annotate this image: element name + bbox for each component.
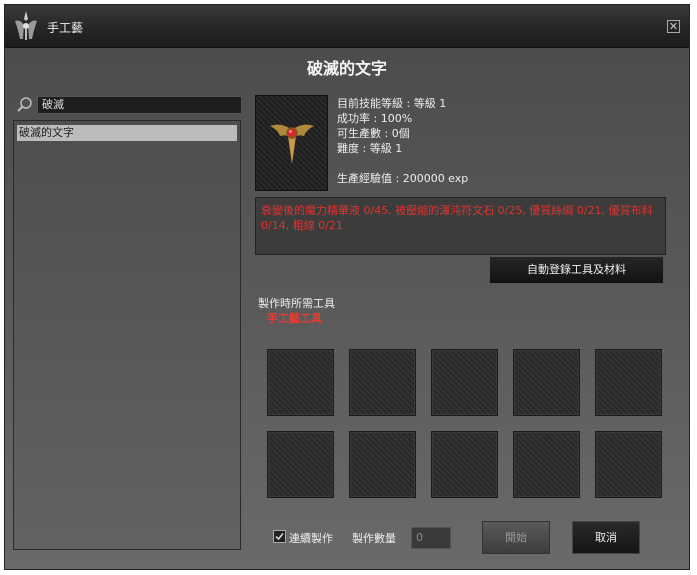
skill-level: 目前技能等級 : 等級 1 <box>337 97 447 110</box>
required-tools-label: 製作時所需工具 <box>258 297 335 310</box>
window-title: 手工藝 <box>47 21 84 35</box>
material-slot[interactable] <box>349 431 416 498</box>
title-bar[interactable]: 手工藝 ✕ <box>5 5 689 48</box>
material-slot[interactable] <box>595 349 662 416</box>
producible-count: 可生產數 : 0個 <box>337 127 410 140</box>
material-slot[interactable] <box>595 431 662 498</box>
start-button[interactable]: 開始 <box>482 521 550 554</box>
success-rate: 成功率 : 100% <box>337 112 413 125</box>
quantity-label: 製作數量 <box>352 532 396 545</box>
continuous-label: 連續製作 <box>289 532 333 545</box>
cancel-button[interactable]: 取消 <box>572 521 640 554</box>
material-slot[interactable] <box>513 349 580 416</box>
material-slot[interactable] <box>349 349 416 416</box>
winged-amulet-icon <box>270 124 314 164</box>
search-icon <box>16 96 34 114</box>
auto-register-button[interactable]: 自動登錄工具及材料 <box>489 256 664 284</box>
crafting-window: 手工藝 ✕ 破滅的文字 破滅 破滅的文字 目前技能等級 : 等級 1 成功率 :… <box>4 4 690 570</box>
material-slot[interactable] <box>431 349 498 416</box>
difficulty: 難度 : 等級 1 <box>337 142 403 155</box>
continuous-checkbox[interactable] <box>273 530 286 543</box>
material-slot[interactable] <box>431 431 498 498</box>
material-slot[interactable] <box>513 431 580 498</box>
close-icon[interactable]: ✕ <box>667 20 680 33</box>
material-slot[interactable] <box>267 349 334 416</box>
guild-emblem-icon <box>11 9 41 43</box>
search-input[interactable]: 破滅 <box>37 96 242 114</box>
quantity-input[interactable]: 0 <box>411 527 451 549</box>
check-icon <box>275 533 284 541</box>
list-item[interactable]: 破滅的文字 <box>17 125 237 141</box>
item-info: 目前技能等級 : 等級 1 成功率 : 100% 可生產數 : 0個 難度 : … <box>337 96 446 156</box>
item-image <box>255 95 328 191</box>
material-slot[interactable] <box>267 431 334 498</box>
recipe-list[interactable]: 破滅的文字 <box>13 120 241 550</box>
recipe-title: 破滅的文字 <box>306 59 387 78</box>
materials-list: 衰變後的魔力精華液 0/45, 被壓縮的渾沌符文石 0/25, 優質絲綢 0/2… <box>255 197 666 255</box>
production-exp: 生產經驗值 : 200000 exp <box>337 172 469 185</box>
required-tool-name: 手工藝工具 <box>267 312 322 325</box>
